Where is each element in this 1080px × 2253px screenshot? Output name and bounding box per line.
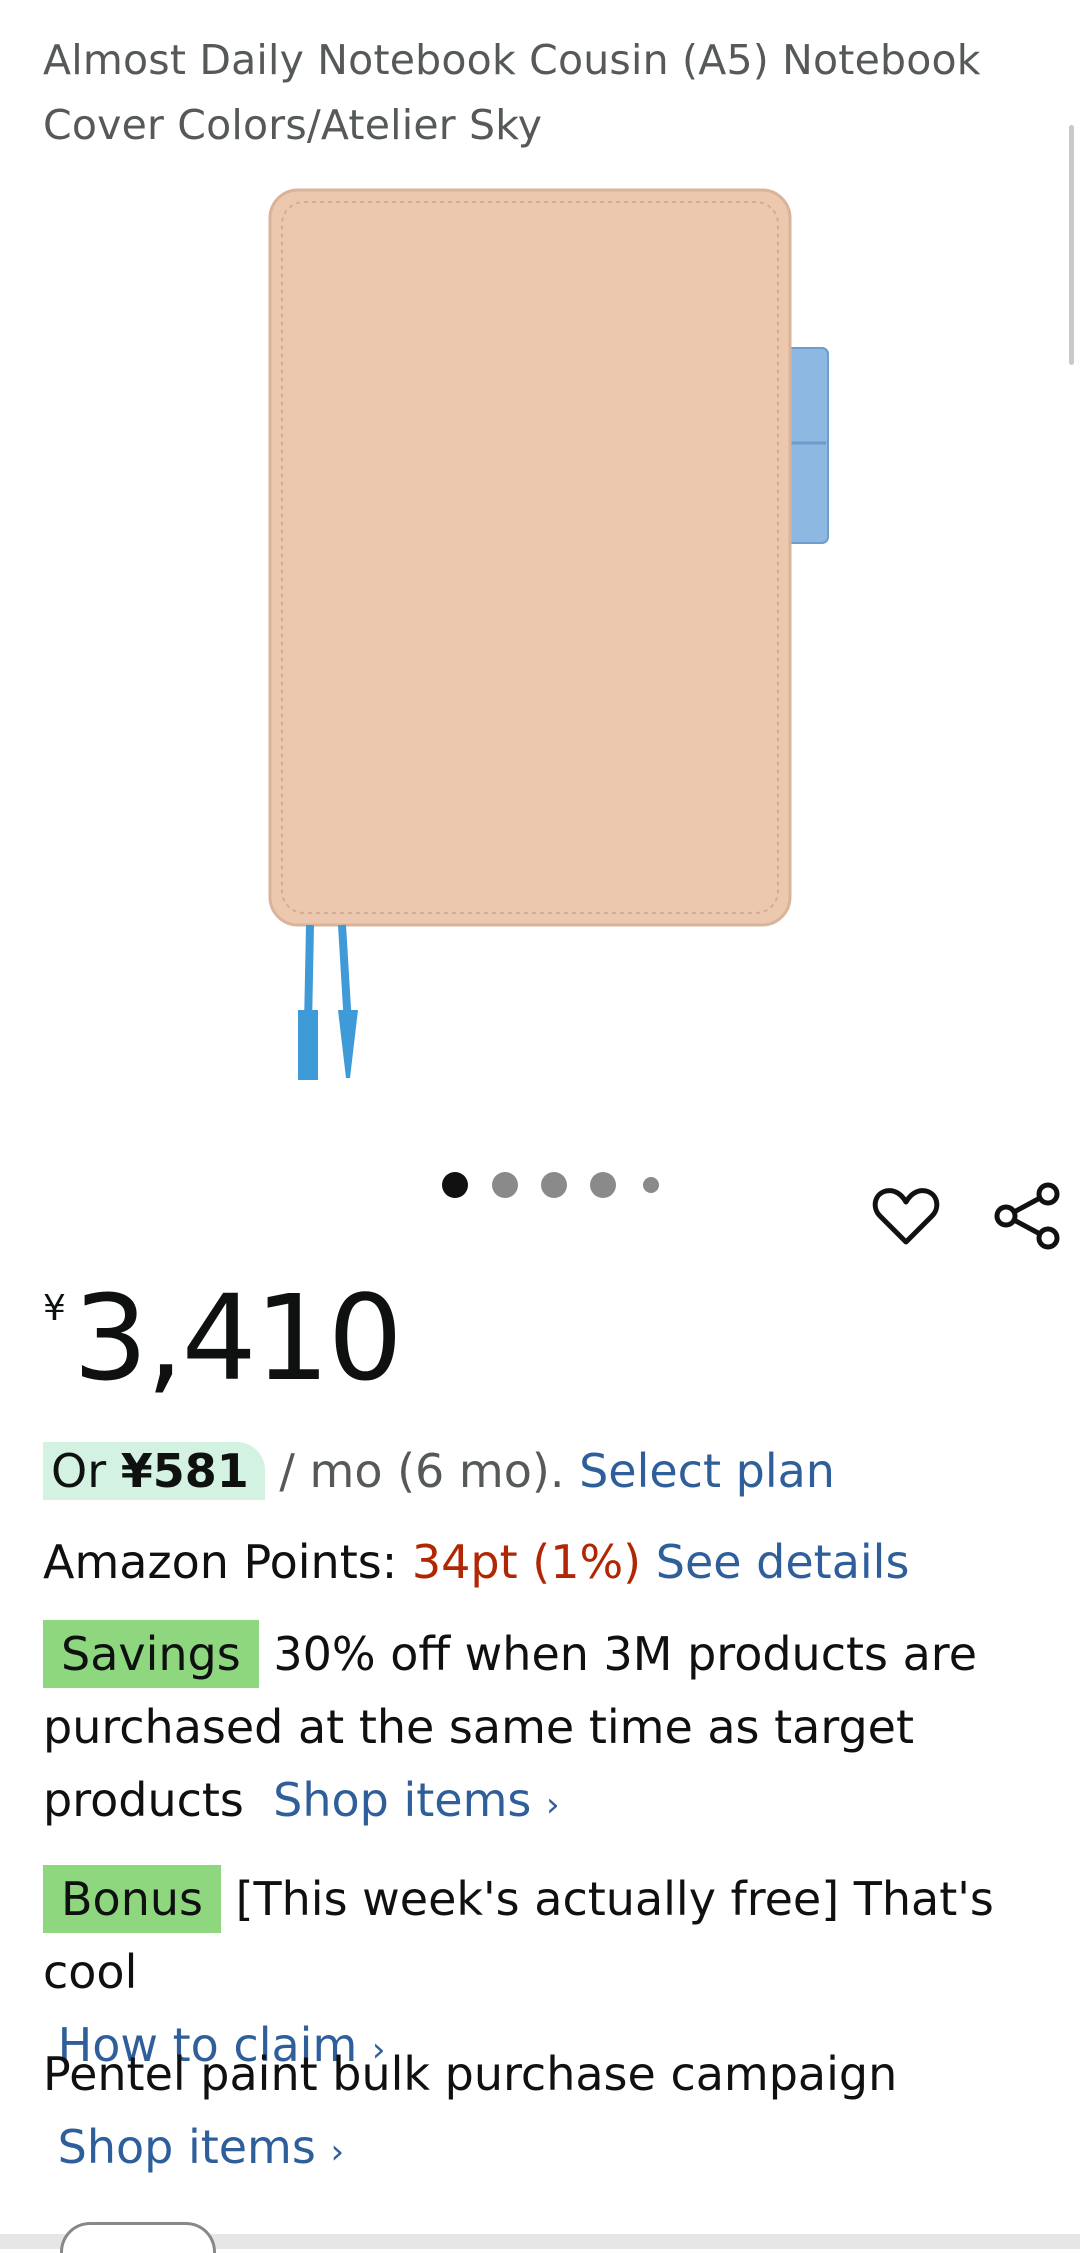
bonus-tag: Bonus	[43, 1865, 221, 1933]
campaign-text: Pentel paint bulk purchase campaign	[43, 2047, 898, 2101]
bottom-handle[interactable]	[60, 2222, 216, 2253]
chevron-right-icon: ›	[545, 1785, 560, 1825]
currency-symbol: ¥	[43, 1288, 66, 1329]
points-row: Amazon Points: 34pt (1%) See details	[43, 1535, 909, 1589]
points-value: 34pt	[411, 1535, 518, 1589]
carousel-dot[interactable]	[492, 1172, 518, 1198]
heart-icon[interactable]	[870, 1180, 942, 1252]
savings-promo: Savings 30% off when 3M products are pur…	[43, 1618, 1053, 1842]
shop-items-link[interactable]: Shop items ›	[273, 1773, 559, 1827]
carousel-dot[interactable]	[541, 1172, 567, 1198]
carousel-dot[interactable]	[442, 1172, 468, 1198]
installment-row: Or ¥581 / mo (6 mo). Select plan	[43, 1442, 835, 1500]
installment-suffix: / mo (6 mo).	[279, 1444, 565, 1498]
notebook-cover	[268, 188, 792, 927]
installment-badge: Or ¥581	[43, 1442, 265, 1500]
savings-tag: Savings	[43, 1620, 259, 1688]
points-percent: (1%)	[532, 1535, 642, 1589]
product-image[interactable]	[250, 180, 850, 1080]
carousel-dot[interactable]	[643, 1177, 659, 1193]
select-plan-link[interactable]: Select plan	[579, 1444, 835, 1498]
price-value: 3,410	[73, 1269, 403, 1407]
see-details-link[interactable]: See details	[656, 1535, 910, 1589]
installment-amount: ¥581	[120, 1444, 249, 1498]
campaign-promo: Pentel paint bulk purchase campaign Shop…	[43, 2038, 1053, 2189]
scrollbar[interactable]	[1069, 125, 1074, 365]
campaign-shop-items-link[interactable]: Shop items ›	[58, 2120, 344, 2174]
product-title: Almost Daily Notebook Cousin (A5) Notebo…	[43, 36, 981, 149]
share-icon[interactable]	[992, 1180, 1064, 1252]
carousel-dot[interactable]	[590, 1172, 616, 1198]
points-label: Amazon Points:	[43, 1535, 398, 1589]
chevron-right-icon: ›	[330, 2132, 345, 2172]
